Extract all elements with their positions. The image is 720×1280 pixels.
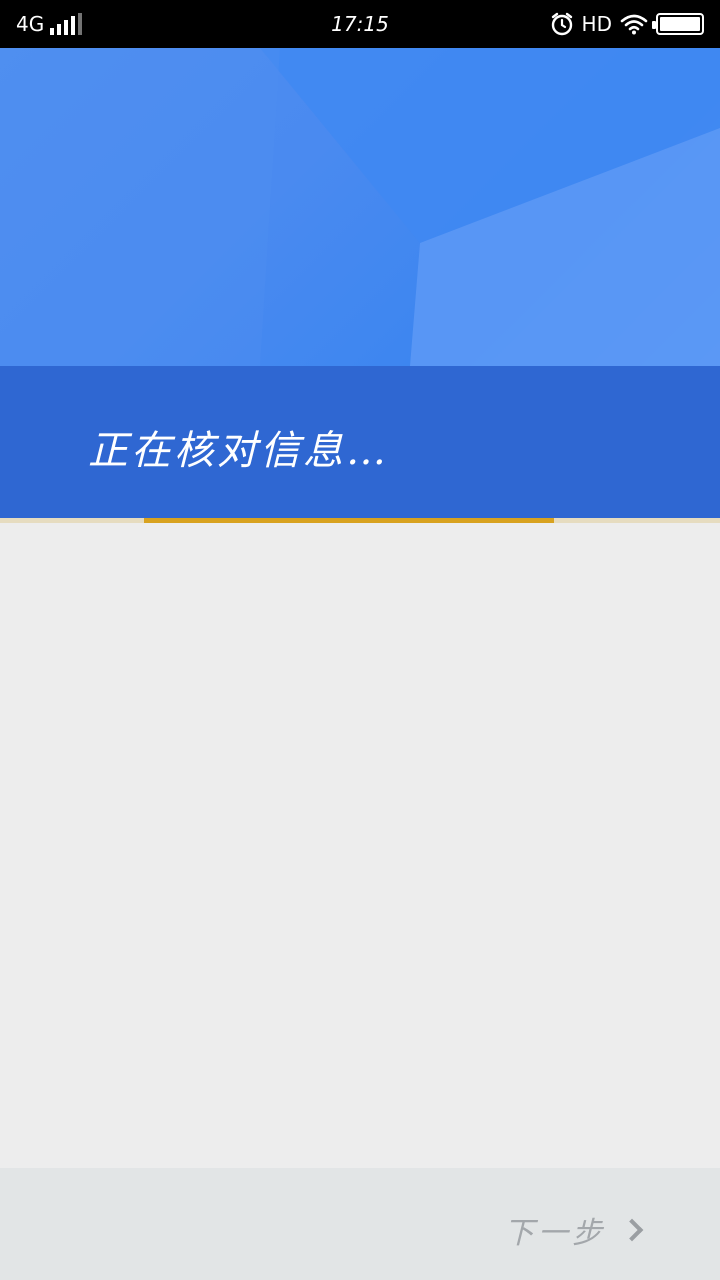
hero-background-shapes — [0, 48, 720, 366]
alarm-icon — [551, 12, 572, 36]
header-hero — [0, 48, 720, 366]
signal-icon — [50, 13, 83, 35]
next-step-button[interactable]: 下一步 — [504, 1208, 644, 1252]
bottom-bar: 下一步 — [0, 1168, 720, 1280]
status-bar-right: HD — [550, 12, 704, 36]
battery-level — [660, 17, 700, 31]
next-step-label: 下一步 — [504, 1216, 606, 1251]
battery-icon — [652, 13, 704, 35]
network-type: 4G — [16, 12, 45, 36]
status-banner: 正在核对信息… — [0, 366, 720, 518]
status-bar-left: 4G — [16, 12, 136, 36]
hd-indicator: HD — [581, 12, 612, 36]
verifying-message: 正在核对信息… — [88, 428, 389, 474]
content-area — [0, 523, 720, 1168]
status-bar: 4G 17:15 HD — [0, 0, 720, 48]
wifi-icon — [620, 14, 648, 35]
chevron-right-icon — [620, 1218, 644, 1242]
